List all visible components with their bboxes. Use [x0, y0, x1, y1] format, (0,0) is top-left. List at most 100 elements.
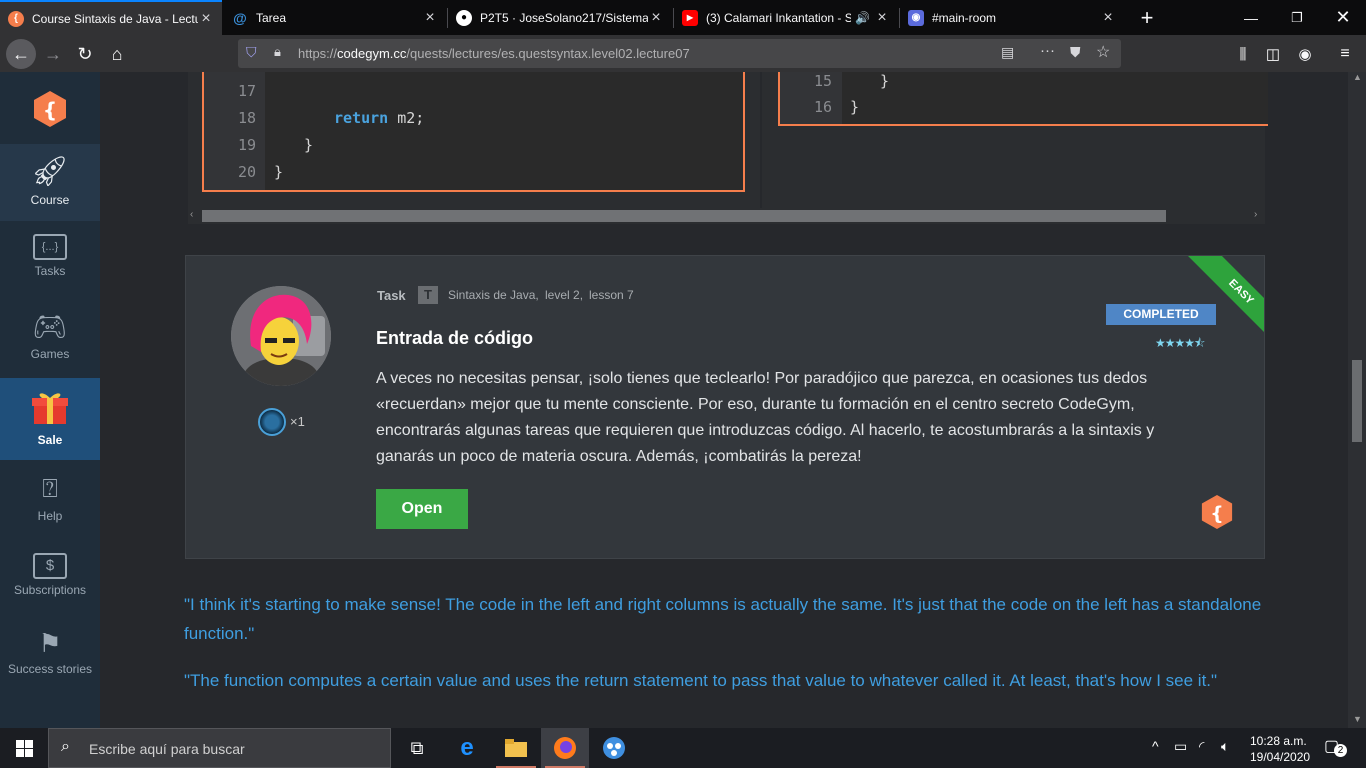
- sidebar-item-tasks[interactable]: {...} Tasks: [0, 224, 100, 298]
- notification-count: 2: [1334, 744, 1347, 757]
- sidebar-item-course[interactable]: 🚀︎ Course: [0, 144, 100, 221]
- codegym-logo[interactable]: {: [32, 90, 68, 128]
- wifi-icon[interactable]: ◜: [1199, 738, 1204, 755]
- tab-title: (3) Calamari Inkantation - Sp: [706, 10, 852, 25]
- task-level[interactable]: level 2,: [545, 288, 583, 302]
- chat-app-icon[interactable]: [590, 728, 638, 768]
- search-icon: ⌕: [61, 738, 70, 755]
- tab-youtube[interactable]: ▶ (3) Calamari Inkantation - Sp 🔊 ×: [674, 0, 898, 35]
- sidebar-item-label: Help: [37, 509, 63, 523]
- sidebar-item-games[interactable]: 🎮︎ Games: [0, 302, 100, 376]
- account-icon[interactable]: ◉: [1290, 39, 1320, 69]
- taskbar-search-input[interactable]: ⌕ Escribe aquí para buscar: [48, 728, 391, 768]
- windows-start-icon[interactable]: [0, 728, 48, 768]
- url-text[interactable]: https://codegym.cc/quests/lectures/es.qu…: [298, 46, 690, 61]
- sidebar-item-label: Games: [30, 347, 70, 361]
- bookmark-star-icon[interactable]: ☆: [1096, 42, 1110, 62]
- svg-text:{: {: [43, 98, 57, 122]
- sidebar-item-sale[interactable]: Sale: [0, 378, 100, 460]
- code-horizontal-scrollbar[interactable]: ‹ ›: [188, 208, 1265, 224]
- task-card: ×1 Task T Sintaxis de Java, level 2, les…: [185, 255, 1265, 559]
- task-kind-label: Task: [377, 288, 406, 303]
- notifications-icon[interactable]: ▢ 2: [1322, 736, 1348, 760]
- menu-icon[interactable]: ≡: [1330, 39, 1360, 69]
- youtube-icon: ▶: [682, 9, 698, 26]
- sidebar-toggle-icon[interactable]: ◫: [1258, 39, 1288, 69]
- github-icon: ●: [456, 9, 472, 26]
- task-lesson[interactable]: lesson 7: [589, 288, 634, 302]
- lock-icon[interactable]: 🔒︎: [274, 44, 281, 60]
- battery-icon[interactable]: ▭: [1174, 738, 1187, 755]
- speaker-icon[interactable]: 🔊: [855, 11, 870, 25]
- avatar: [231, 286, 331, 386]
- volume-icon[interactable]: 🔈︎: [1221, 738, 1229, 755]
- library-icon[interactable]: ⫼: [1228, 39, 1258, 69]
- window-close-icon[interactable]: ✕: [1320, 0, 1366, 35]
- new-tab-button[interactable]: +: [1124, 0, 1170, 35]
- close-icon[interactable]: ×: [422, 9, 438, 27]
- file-explorer-icon[interactable]: [492, 728, 540, 768]
- code-editor-left: 17 18 19 20 return m2; } }: [202, 72, 745, 192]
- windows-taskbar: ⌕ Escribe aquí para buscar ⧉ e ^ ▭ ◜ 🔈︎ …: [0, 728, 1366, 768]
- code-line: }: [880, 72, 890, 90]
- chat-icon: ◉: [908, 9, 924, 26]
- tracking-protection-icon[interactable]: ⛉: [246, 44, 257, 61]
- code-panel-left: 17 18 19 20 return m2; } }: [188, 72, 760, 208]
- sidebar-item-label: Subscriptions: [13, 583, 87, 597]
- rating-stars: ★★★★⯪: [1155, 336, 1205, 350]
- clock-time[interactable]: 10:28 a.m.: [1250, 734, 1307, 748]
- page-vertical-scrollbar[interactable]: ▲ ▼: [1348, 72, 1366, 728]
- sidebar-item-success-stories[interactable]: ⚑ Success stories: [0, 624, 100, 704]
- dollar-card-icon: $: [33, 553, 67, 579]
- reload-icon[interactable]: ↻: [70, 39, 100, 69]
- task-description: A veces no necesitas pensar, ¡solo tiene…: [376, 370, 1155, 465]
- task-course[interactable]: Sintaxis de Java,: [448, 288, 539, 302]
- forward-icon[interactable]: →: [38, 39, 68, 69]
- close-icon[interactable]: ×: [1100, 9, 1116, 27]
- clock-date[interactable]: 19/04/2020: [1250, 750, 1310, 764]
- scroll-up-icon[interactable]: ▲: [1353, 72, 1362, 82]
- lecture-paragraph: "I think it's starting to make sense! Th…: [184, 595, 1262, 643]
- sidebar-item-label: Tasks: [34, 264, 66, 278]
- scrollbar-thumb[interactable]: [1352, 360, 1362, 442]
- task-view-icon[interactable]: ⧉: [393, 728, 441, 768]
- code-line: }: [274, 163, 284, 181]
- scroll-right-icon[interactable]: ›: [1254, 209, 1257, 220]
- code-braces-icon: {...}: [33, 234, 67, 260]
- code-line: return m2;: [334, 109, 425, 127]
- page-actions-button[interactable]: ···: [1040, 42, 1055, 59]
- reward-count: ×1: [290, 414, 305, 429]
- open-task-button[interactable]: Open: [376, 489, 468, 529]
- codegym-icon: {: [1200, 494, 1234, 530]
- sidebar-item-help[interactable]: ⍰ Help: [0, 467, 100, 541]
- close-icon[interactable]: ×: [648, 9, 664, 27]
- code-line: }: [304, 136, 314, 154]
- address-bar[interactable]: ⛉ 🔒︎ https://codegym.cc/quests/lectures/…: [238, 39, 1121, 68]
- scroll-left-icon[interactable]: ‹: [190, 209, 193, 220]
- chevron-up-icon[interactable]: ^: [1152, 738, 1159, 754]
- firefox-icon[interactable]: [541, 728, 589, 768]
- sidebar: { 🚀︎ Course {...} Tasks 🎮︎ Games Sale ⍰ …: [0, 72, 100, 728]
- tab-tarea[interactable]: @ Tarea ×: [224, 0, 446, 35]
- back-icon[interactable]: ←: [6, 39, 36, 69]
- line-number: 18: [237, 109, 256, 127]
- tab-github[interactable]: ● P2T5 · JoseSolano217/Sistemas ×: [448, 0, 672, 35]
- line-number: 16: [813, 98, 832, 116]
- tab-main-room[interactable]: ◉ #main-room ×: [900, 0, 1124, 35]
- home-icon[interactable]: ⌂: [102, 39, 132, 69]
- edge-icon[interactable]: e: [443, 728, 491, 768]
- svg-text:{: {: [1210, 503, 1223, 525]
- sidebar-item-label: Success stories: [7, 662, 93, 676]
- reader-view-icon[interactable]: ▤: [1001, 44, 1014, 61]
- rocket-icon: 🚀︎: [30, 155, 70, 188]
- pocket-icon[interactable]: ⛊: [1070, 44, 1081, 61]
- close-icon[interactable]: ×: [198, 10, 214, 28]
- sidebar-item-subscriptions[interactable]: $ Subscriptions: [0, 545, 100, 619]
- at-icon: @: [233, 9, 247, 26]
- minimize-icon[interactable]: —: [1228, 0, 1274, 35]
- scrollbar-thumb[interactable]: [202, 210, 1166, 222]
- tab-codegym[interactable]: { Course Sintaxis de Java - Lectur ×: [0, 0, 222, 35]
- scroll-down-icon[interactable]: ▼: [1353, 714, 1362, 724]
- close-icon[interactable]: ×: [874, 9, 890, 27]
- restore-icon[interactable]: ❐: [1274, 0, 1320, 35]
